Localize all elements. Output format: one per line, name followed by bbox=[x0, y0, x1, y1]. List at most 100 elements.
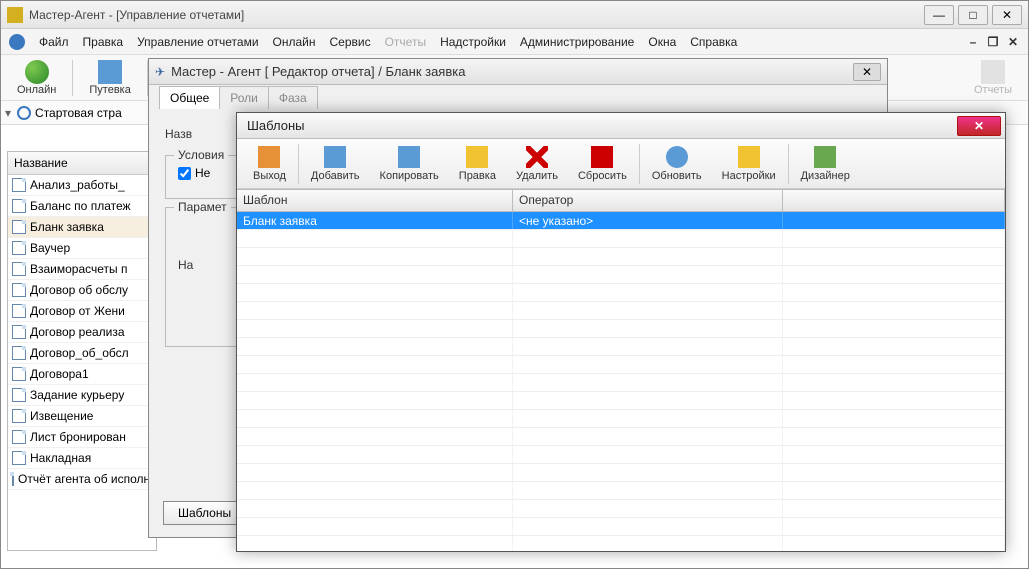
tool-exit[interactable]: Выход bbox=[243, 144, 296, 184]
table-row-empty[interactable] bbox=[237, 248, 1005, 266]
list-item[interactable]: Накладная bbox=[8, 448, 156, 469]
menu-online[interactable]: Онлайн bbox=[273, 35, 316, 49]
toolbar-voucher[interactable]: Путевка bbox=[81, 58, 138, 98]
table-row-empty[interactable] bbox=[237, 284, 1005, 302]
list-item[interactable]: Анализ_работы_ bbox=[8, 175, 156, 196]
list-item[interactable]: Бланк заявка bbox=[8, 217, 156, 238]
table-row-empty[interactable] bbox=[237, 320, 1005, 338]
list-item[interactable]: Лист бронирован bbox=[8, 427, 156, 448]
list-item[interactable]: Договор реализа bbox=[8, 322, 156, 343]
document-icon bbox=[12, 367, 26, 381]
table-row-empty[interactable] bbox=[237, 338, 1005, 356]
grid-header: Шаблон Оператор bbox=[237, 190, 1005, 212]
tool-settings[interactable]: Настройки bbox=[712, 144, 786, 184]
col-template[interactable]: Шаблон bbox=[237, 190, 513, 211]
copy-icon bbox=[398, 146, 420, 168]
add-icon bbox=[324, 146, 346, 168]
chevron-down-icon[interactable]: ▾ bbox=[5, 106, 11, 120]
tool-delete[interactable]: Удалить bbox=[506, 144, 568, 184]
tool-designer[interactable]: Дизайнер bbox=[791, 144, 860, 184]
list-item[interactable]: Задание курьеру bbox=[8, 385, 156, 406]
col-operator[interactable]: Оператор bbox=[513, 190, 783, 211]
document-icon bbox=[12, 178, 26, 192]
dialog-titlebar: Шаблоны ✕ bbox=[237, 113, 1005, 139]
mdi-minimize[interactable]: – bbox=[966, 35, 980, 49]
reports-list-panel: Название Анализ_работы_Баланс по платежБ… bbox=[7, 151, 157, 551]
tool-edit[interactable]: Правка bbox=[449, 144, 506, 184]
templates-button[interactable]: Шаблоны bbox=[163, 501, 246, 525]
document-icon bbox=[12, 199, 26, 213]
list-item[interactable]: Договор_об_обсл bbox=[8, 343, 156, 364]
menubar: Файл Правка Управление отчетами Онлайн С… bbox=[1, 29, 1028, 55]
main-title: Мастер-Агент - [Управление отчетами] bbox=[29, 8, 924, 22]
menu-edit[interactable]: Правка bbox=[83, 35, 124, 49]
tool-add[interactable]: Добавить bbox=[301, 144, 370, 184]
cell-template: Бланк заявка bbox=[237, 212, 513, 229]
start-tab-label[interactable]: Стартовая стра bbox=[35, 106, 122, 120]
list-item[interactable]: Ваучер bbox=[8, 238, 156, 259]
menu-admin[interactable]: Администрирование bbox=[520, 35, 634, 49]
mdi-close[interactable]: ✕ bbox=[1006, 35, 1020, 49]
tab-roles[interactable]: Роли bbox=[219, 86, 269, 109]
tool-refresh[interactable]: Обновить bbox=[642, 144, 712, 184]
menu-reports[interactable]: Отчеты bbox=[385, 35, 426, 49]
document-icon bbox=[12, 430, 26, 444]
menu-reports-mgmt[interactable]: Управление отчетами bbox=[137, 35, 258, 49]
tab-general[interactable]: Общее bbox=[159, 86, 220, 109]
list-item[interactable]: Договор об обслу bbox=[8, 280, 156, 301]
menu-file[interactable]: Файл bbox=[39, 35, 69, 49]
table-row[interactable]: Бланк заявка<не указано> bbox=[237, 212, 1005, 230]
menu-help[interactable]: Справка bbox=[690, 35, 737, 49]
document-icon bbox=[12, 241, 26, 255]
menu-service[interactable]: Сервис bbox=[330, 35, 371, 49]
table-row-empty[interactable] bbox=[237, 482, 1005, 500]
table-row-empty[interactable] bbox=[237, 392, 1005, 410]
gear-icon[interactable] bbox=[9, 34, 25, 50]
table-row-empty[interactable] bbox=[237, 518, 1005, 536]
menu-addons[interactable]: Надстройки bbox=[440, 35, 506, 49]
dialog-close-button[interactable]: ✕ bbox=[957, 116, 1001, 136]
table-row-empty[interactable] bbox=[237, 410, 1005, 428]
list-item-label: Извещение bbox=[30, 409, 93, 423]
list-item-label: Накладная bbox=[30, 451, 91, 465]
list-item-label: Бланк заявка bbox=[30, 220, 104, 234]
editor-close-button[interactable]: ✕ bbox=[853, 63, 881, 81]
reset-icon bbox=[591, 146, 613, 168]
document-icon bbox=[12, 304, 26, 318]
table-row-empty[interactable] bbox=[237, 500, 1005, 518]
document-icon bbox=[12, 346, 26, 360]
table-row-empty[interactable] bbox=[237, 428, 1005, 446]
minimize-button[interactable]: — bbox=[924, 5, 954, 25]
list-item[interactable]: Отчёт агента об исполнении по bbox=[8, 469, 156, 490]
mdi-restore[interactable]: ❐ bbox=[986, 35, 1000, 49]
maximize-button[interactable]: □ bbox=[958, 5, 988, 25]
tool-reset[interactable]: Сбросить bbox=[568, 144, 637, 184]
tool-copy[interactable]: Копировать bbox=[370, 144, 449, 184]
settings-icon bbox=[738, 146, 760, 168]
table-row-empty[interactable] bbox=[237, 302, 1005, 320]
table-row-empty[interactable] bbox=[237, 266, 1005, 284]
list-item[interactable]: Договор от Жени bbox=[8, 301, 156, 322]
table-row-empty[interactable] bbox=[237, 374, 1005, 392]
grid-body[interactable]: Бланк заявка<не указано> bbox=[237, 212, 1005, 551]
close-button[interactable]: ✕ bbox=[992, 5, 1022, 25]
table-row-empty[interactable] bbox=[237, 356, 1005, 374]
editor-title: Мастер - Агент [ Редактор отчета] / Блан… bbox=[171, 64, 853, 79]
list-item-label: Лист бронирован bbox=[30, 430, 126, 444]
editor-tabs: Общее Роли Фаза bbox=[149, 85, 887, 109]
table-row-empty[interactable] bbox=[237, 464, 1005, 482]
table-row-empty[interactable] bbox=[237, 536, 1005, 551]
list-item[interactable]: Договора1 bbox=[8, 364, 156, 385]
menu-windows[interactable]: Окна bbox=[648, 35, 676, 49]
table-row-empty[interactable] bbox=[237, 446, 1005, 464]
tab-phase[interactable]: Фаза bbox=[268, 86, 318, 109]
toolbar-online[interactable]: Онлайн bbox=[9, 58, 64, 98]
list-item-label: Баланс по платеж bbox=[30, 199, 131, 213]
list-item[interactable]: Баланс по платеж bbox=[8, 196, 156, 217]
list-item-label: Договор от Жени bbox=[30, 304, 125, 318]
list-item[interactable]: Взаиморасчеты п bbox=[8, 259, 156, 280]
table-row-empty[interactable] bbox=[237, 230, 1005, 248]
condition-checkbox[interactable] bbox=[178, 167, 191, 180]
list-item[interactable]: Извещение bbox=[8, 406, 156, 427]
editor-titlebar: ✈ Мастер - Агент [ Редактор отчета] / Бл… bbox=[149, 59, 887, 85]
